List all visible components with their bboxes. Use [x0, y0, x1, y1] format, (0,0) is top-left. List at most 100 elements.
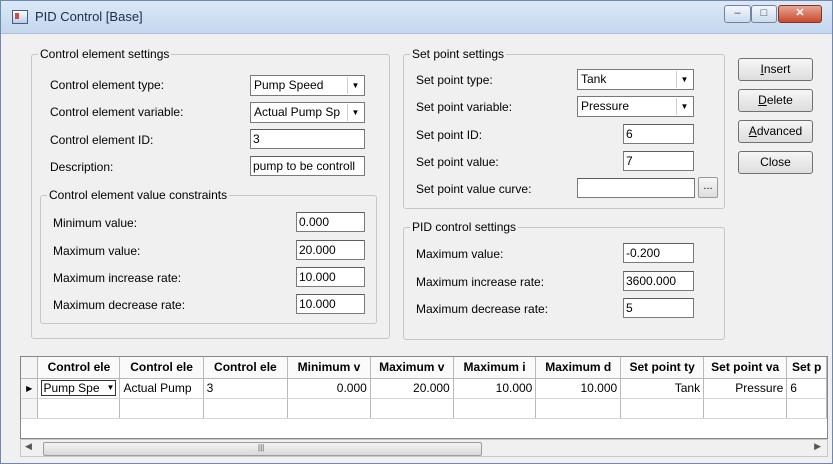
insert-button[interactable]: Insert	[738, 58, 813, 81]
maximum-value-field[interactable]: 20.000	[296, 240, 365, 260]
table-row[interactable]: ▶ Pump Spe ▼ Actual Pump 3 0.000 20.000 1…	[21, 378, 827, 399]
column-header[interactable]: Set point va	[703, 357, 788, 379]
set-point-id-label: Set point ID:	[416, 128, 483, 142]
set-point-id-field[interactable]: 6	[623, 124, 694, 144]
column-header[interactable]: Maximum v	[370, 357, 454, 379]
cell-combo[interactable]: Pump Spe ▼	[41, 380, 117, 396]
table-cell[interactable]	[786, 398, 827, 419]
pid-control-window: PID Control [Base] – □ ✕ Control element…	[0, 0, 833, 464]
column-header[interactable]: Set p	[786, 357, 827, 379]
pid-control-legend: PID control settings	[412, 220, 517, 234]
column-header[interactable]: Minimum v	[287, 357, 371, 379]
control-element-id-label: Control element ID:	[50, 133, 154, 147]
description-field[interactable]: pump to be controll	[250, 156, 365, 176]
table-cell[interactable]	[453, 398, 537, 419]
pid-maximum-decrease-rate-label: Maximum decrease rate:	[416, 302, 549, 316]
delete-button[interactable]: Delete	[738, 89, 813, 112]
maximum-increase-rate-field[interactable]: 10.000	[296, 267, 365, 287]
chevron-down-icon[interactable]: ▼	[107, 381, 115, 395]
table-cell[interactable]	[287, 398, 371, 419]
scroll-left-icon[interactable]: ◀	[25, 441, 32, 452]
table-cell[interactable]: Pressure	[703, 378, 788, 399]
pid-maximum-value-field[interactable]: -0.200	[623, 243, 694, 263]
grid-header-row: Control ele Control ele Control ele Mini…	[21, 357, 827, 379]
chevron-down-icon[interactable]: ▼	[676, 98, 692, 115]
table-cell[interactable]: Pump Spe ▼	[37, 378, 121, 399]
control-element-type-select[interactable]: Pump Speed ▼	[250, 75, 365, 96]
pid-maximum-increase-rate-field[interactable]: 3600.000	[623, 271, 694, 291]
row-selector[interactable]	[21, 398, 39, 419]
app-icon	[12, 10, 28, 24]
table-row-empty[interactable]	[21, 398, 827, 419]
table-cell[interactable]: Actual Pump	[119, 378, 204, 399]
table-cell[interactable]: 20.000	[370, 378, 454, 399]
table-cell[interactable]	[535, 398, 622, 419]
table-cell[interactable]: 10.000	[453, 378, 537, 399]
maximum-value-label: Maximum value:	[53, 244, 141, 258]
scroll-right-icon[interactable]: ▶	[814, 441, 821, 452]
set-point-type-label: Set point type:	[416, 73, 493, 87]
delete-label: elete	[766, 93, 793, 107]
title-bar[interactable]: PID Control [Base] – □ ✕	[1, 1, 832, 34]
control-element-id-field[interactable]: 3	[250, 129, 365, 149]
row-selector-icon[interactable]: ▶	[21, 378, 39, 399]
set-point-variable-select[interactable]: Pressure ▼	[577, 96, 694, 117]
set-point-type-select[interactable]: Tank ▼	[577, 69, 694, 90]
table-cell[interactable]: 0.000	[287, 378, 371, 399]
set-point-variable-value: Pressure	[581, 99, 630, 113]
table-cell[interactable]	[37, 398, 121, 419]
close-button[interactable]: Close	[738, 151, 813, 174]
close-window-button[interactable]: ✕	[778, 5, 822, 23]
column-header[interactable]: Set point ty	[620, 357, 705, 379]
advanced-accelerator: A	[748, 124, 757, 138]
control-element-variable-select[interactable]: Actual Pump Sp ▼	[250, 102, 365, 123]
horizontal-scrollbar[interactable]: ◀ ||| ▶	[20, 439, 828, 457]
description-label: Description:	[50, 160, 114, 174]
table-cell[interactable]	[203, 398, 289, 419]
pid-maximum-decrease-rate-field[interactable]: 5	[623, 298, 694, 318]
set-point-value-field[interactable]: 7	[623, 151, 694, 171]
table-cell[interactable]	[370, 398, 454, 419]
chevron-down-icon[interactable]: ▼	[676, 71, 692, 88]
insert-label: nsert	[763, 62, 791, 76]
chevron-down-icon[interactable]: ▼	[347, 104, 363, 121]
advanced-button[interactable]: Advanced	[738, 120, 813, 143]
column-header[interactable]: Control ele	[37, 357, 121, 379]
table-cell[interactable]: Tank	[620, 378, 705, 399]
table-cell[interactable]: 3	[203, 378, 289, 399]
constraints-legend: Control element value constraints	[49, 188, 228, 202]
window-title: PID Control [Base]	[35, 9, 143, 24]
column-header[interactable]: Control ele	[203, 357, 289, 379]
column-header[interactable]: Maximum i	[453, 357, 537, 379]
maximize-button[interactable]: □	[751, 5, 777, 23]
maximum-increase-rate-label: Maximum increase rate:	[53, 271, 182, 285]
control-element-type-value: Pump Speed	[254, 78, 324, 92]
advanced-label: dvanced	[756, 124, 803, 138]
column-header[interactable]: Maximum d	[535, 357, 622, 379]
minimize-button[interactable]: –	[724, 5, 751, 23]
pid-maximum-value-label: Maximum value:	[416, 247, 504, 261]
table-cell[interactable]	[620, 398, 705, 419]
pid-control-grid[interactable]: Control ele Control ele Control ele Mini…	[20, 356, 828, 439]
table-cell[interactable]: 10.000	[535, 378, 622, 399]
table-cell[interactable]	[119, 398, 204, 419]
table-cell[interactable]	[703, 398, 788, 419]
table-cell[interactable]: 6	[786, 378, 827, 399]
control-element-variable-label: Control element variable:	[50, 105, 184, 119]
set-point-value-curve-field[interactable]	[577, 178, 695, 198]
chevron-down-icon[interactable]: ▼	[347, 77, 363, 94]
minimum-value-field[interactable]: 0.000	[296, 212, 365, 232]
grid-corner	[21, 357, 39, 379]
set-point-value-curve-label: Set point value curve:	[416, 182, 532, 196]
delete-accelerator: D	[758, 93, 767, 107]
control-element-legend: Control element settings	[40, 47, 170, 61]
browse-curve-button[interactable]: ...	[698, 177, 718, 198]
column-header[interactable]: Control ele	[119, 357, 204, 379]
grip-icon: |||	[258, 443, 265, 452]
maximum-decrease-rate-field[interactable]: 10.000	[296, 294, 365, 314]
maximum-decrease-rate-label: Maximum decrease rate:	[53, 298, 186, 312]
set-point-type-value: Tank	[581, 72, 607, 86]
set-point-value-label: Set point value:	[416, 155, 499, 169]
scrollbar-thumb[interactable]: |||	[43, 442, 482, 456]
control-element-variable-value: Actual Pump Sp	[254, 105, 341, 119]
